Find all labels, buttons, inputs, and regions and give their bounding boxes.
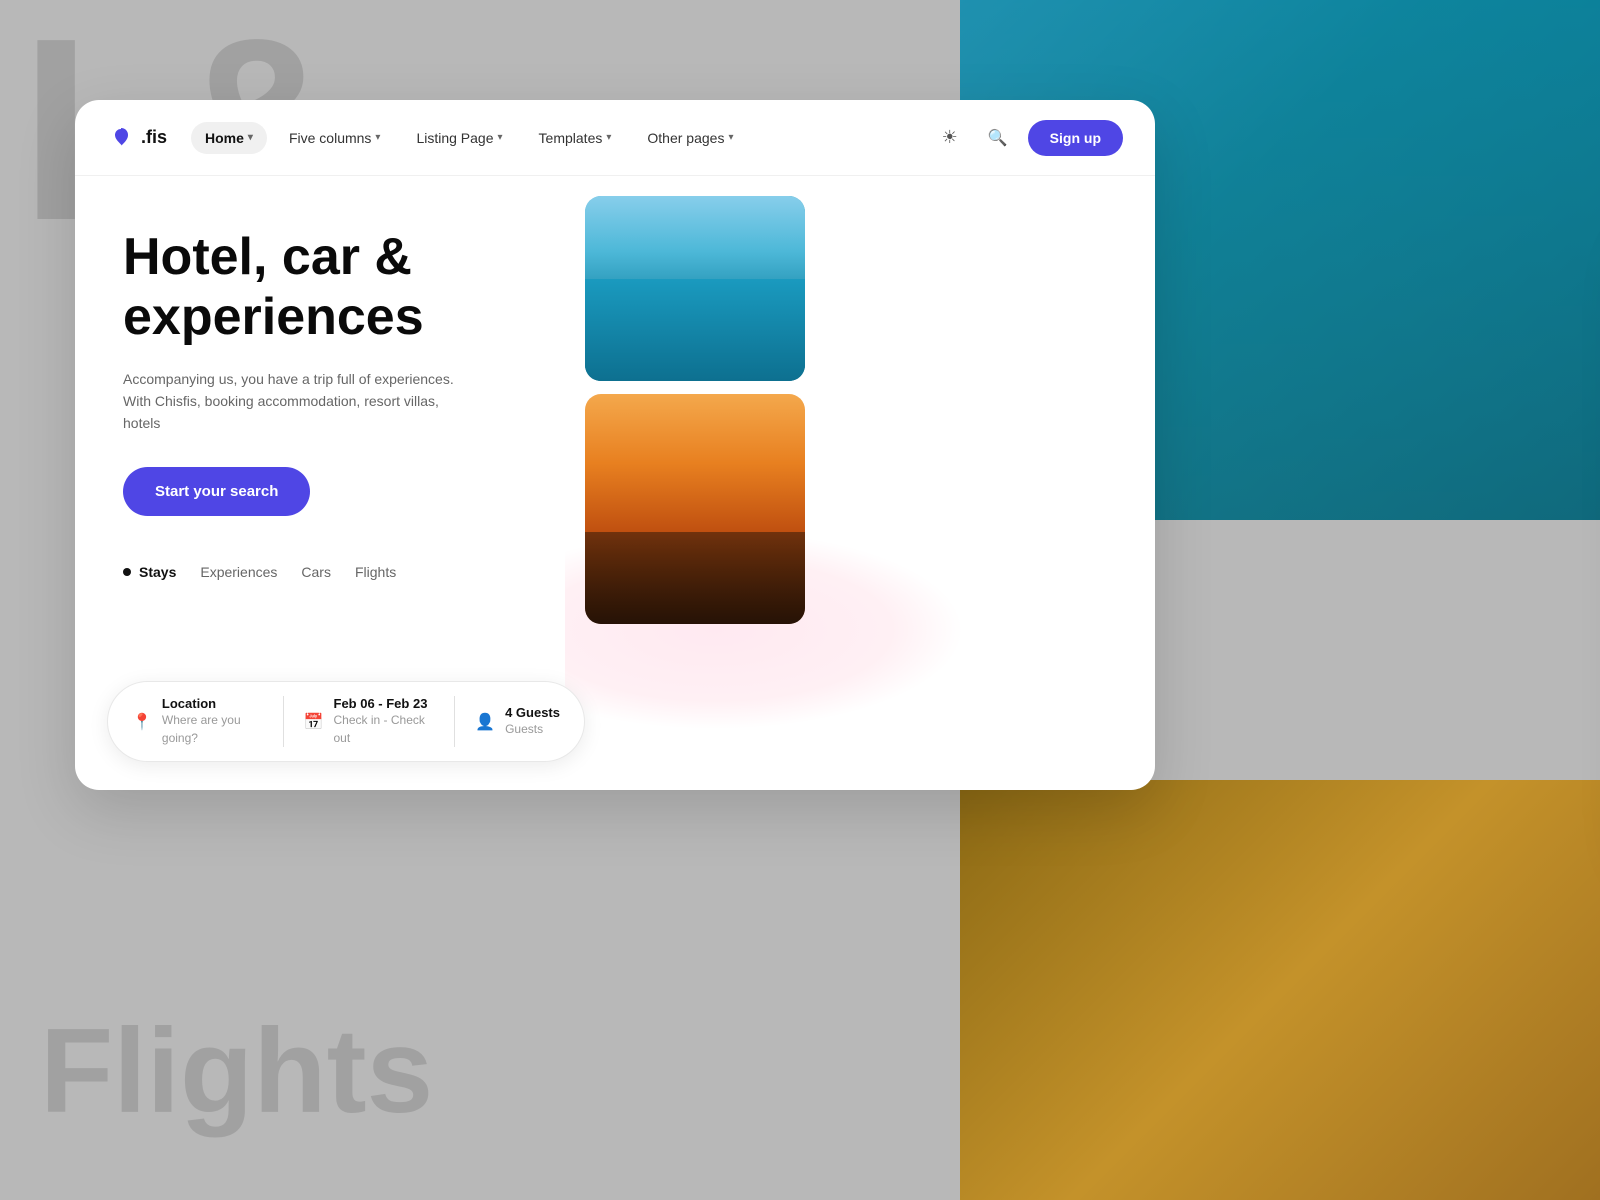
logo-text: .fis	[141, 127, 167, 148]
tab-stays[interactable]: Stays	[123, 564, 176, 580]
guests-sub: Guests	[505, 722, 543, 736]
overwater-scene	[585, 196, 805, 381]
guests-label: 4 Guests	[505, 705, 560, 720]
hero-cta-button[interactable]: Start your search	[123, 467, 310, 516]
nav-home[interactable]: Home ▾	[191, 122, 267, 154]
navbar-right: ☀ 🔍 Sign up	[932, 120, 1123, 156]
theme-toggle-button[interactable]: ☀	[932, 120, 968, 156]
sunset-scene	[585, 394, 805, 624]
tab-stays-dot	[123, 568, 131, 576]
hero-images	[565, 176, 1155, 790]
date-label: Feb 06 - Feb 23	[334, 696, 435, 711]
guests-field[interactable]: 👤 4 Guests Guests	[455, 705, 560, 738]
nav-five-columns[interactable]: Five columns ▾	[275, 122, 395, 154]
search-icon: 🔍	[988, 128, 1008, 148]
hero-subtitle: Accompanying us, you have a trip full of…	[123, 368, 463, 435]
location-icon: 📍	[132, 712, 152, 732]
hero-section: Hotel, car &experiences Accompanying us,…	[75, 176, 1155, 790]
sun-icon: ☀	[942, 127, 958, 148]
tab-experiences[interactable]: Experiences	[200, 564, 277, 580]
nav-listing-page[interactable]: Listing Page ▾	[402, 122, 516, 154]
tab-flights[interactable]: Flights	[355, 564, 396, 580]
tab-cars[interactable]: Cars	[301, 564, 331, 580]
guests-icon: 👤	[475, 712, 495, 732]
calendar-icon: 📅	[304, 712, 324, 732]
location-field[interactable]: 📍 Location Where are you going?	[132, 696, 284, 747]
date-field[interactable]: 📅 Feb 06 - Feb 23 Check in - Check out	[284, 696, 456, 747]
logo[interactable]: .fis	[107, 124, 167, 152]
main-card: .fis Home ▾ Five columns ▾ Listing Page …	[75, 100, 1155, 790]
date-sub: Check in - Check out	[334, 713, 425, 745]
listing-chevron-icon: ▾	[498, 132, 503, 143]
hero-image-bottom	[585, 394, 805, 624]
bg-text-bottom: Flights	[40, 1002, 433, 1140]
hero-title: Hotel, car &experiences	[123, 228, 525, 348]
hero-image-top	[585, 196, 805, 381]
nav-other-pages[interactable]: Other pages ▾	[633, 122, 747, 154]
nav-templates[interactable]: Templates ▾	[525, 122, 626, 154]
location-label: Location	[162, 696, 263, 711]
signup-button[interactable]: Sign up	[1028, 120, 1123, 156]
templates-chevron-icon: ▾	[606, 132, 611, 143]
search-bar: 📍 Location Where are you going? 📅 Feb 06…	[107, 681, 585, 762]
bg-image-bottom-right	[960, 780, 1600, 1200]
search-button[interactable]: 🔍	[980, 120, 1016, 156]
logo-icon	[107, 124, 135, 152]
navbar: .fis Home ▾ Five columns ▾ Listing Page …	[75, 100, 1155, 176]
home-chevron-icon: ▾	[248, 132, 253, 143]
five-columns-chevron-icon: ▾	[375, 132, 380, 143]
search-tabs: Stays Experiences Cars Flights	[123, 564, 525, 580]
hero-left: Hotel, car &experiences Accompanying us,…	[75, 176, 565, 790]
other-pages-chevron-icon: ▾	[728, 132, 733, 143]
location-value: Where are you going?	[162, 713, 241, 745]
